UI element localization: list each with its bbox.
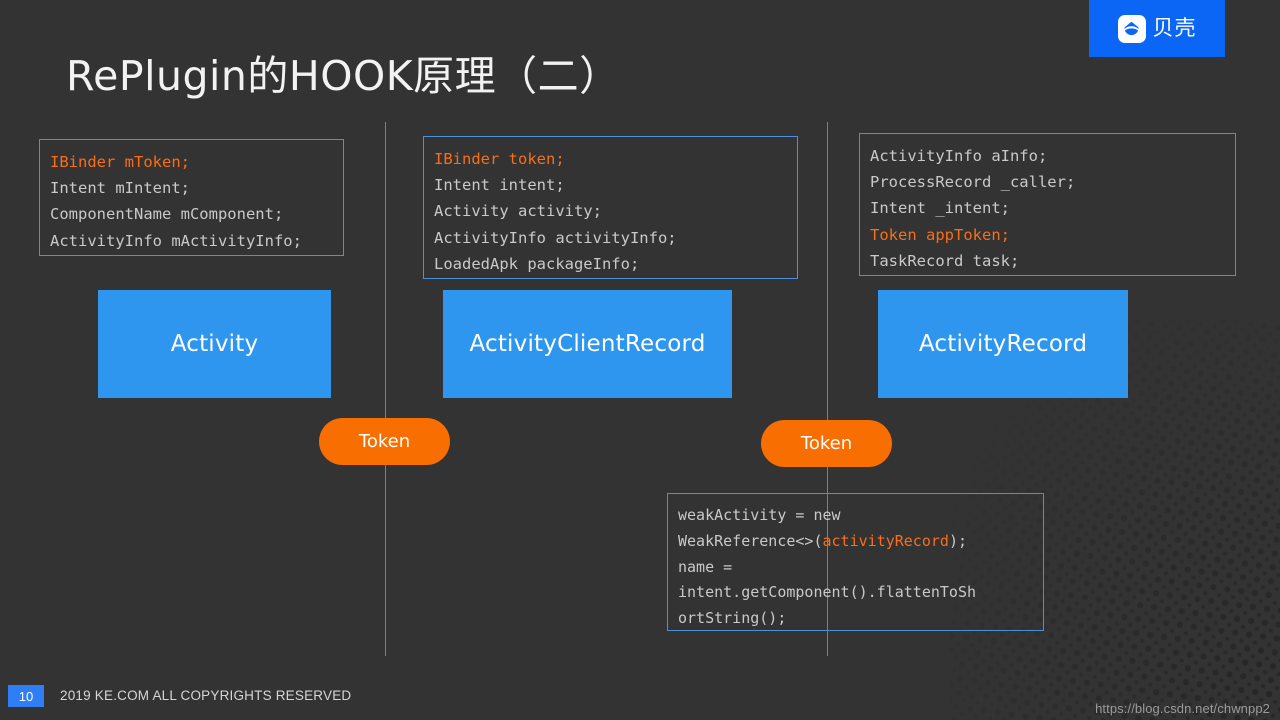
page-number-badge: 10 (8, 685, 44, 707)
token-pill-left: Token (319, 418, 450, 465)
code-highlight-token-apptoken: Token appToken; (870, 225, 1010, 244)
class-box-activity-label: Activity (170, 331, 259, 357)
code-body-activityrecord-after: TaskRecord task; (870, 251, 1020, 270)
slide-canvas: 贝壳 RePlugin的HOOK原理（二） IBinder mToken; In… (0, 0, 1280, 720)
shell-house-icon (1117, 14, 1146, 43)
code-highlight-activityrecord: activityRecord (822, 531, 949, 550)
code-body-weakactivity-part1: weakActivity = new WeakReference<>( (678, 506, 841, 550)
class-box-activityclientrecord-label: ActivityClientRecord (469, 331, 706, 357)
class-box-activityrecord-label: ActivityRecord (918, 331, 1088, 357)
code-highlight-ibinder-token: IBinder token; (434, 150, 565, 168)
code-body-clientrecord: Intent intent; Activity activity; Activi… (434, 176, 677, 273)
code-block-activityrecord-fields: ActivityInfo aInfo; ProcessRecord _calle… (859, 133, 1236, 276)
code-highlight-ibinder-mtoken: IBinder mToken; (50, 153, 190, 171)
code-block-weakactivity: weakActivity = new WeakReference<>(activ… (667, 493, 1044, 631)
class-box-activity: Activity (98, 290, 331, 398)
code-body-activityrecord-before: ActivityInfo aInfo; ProcessRecord _calle… (870, 147, 1076, 218)
class-box-activityclientrecord: ActivityClientRecord (443, 290, 732, 398)
token-pill-right: Token (761, 420, 892, 467)
divider-line-left (385, 122, 386, 656)
token-pill-right-label: Token (800, 433, 853, 454)
code-body-activity: Intent mIntent; ComponentName mComponent… (50, 179, 302, 250)
brand-logo: 贝壳 (1089, 0, 1225, 57)
code-block-activity-fields: IBinder mToken; Intent mIntent; Componen… (39, 139, 344, 256)
token-pill-left-label: Token (358, 431, 411, 452)
watermark-url: https://blog.csdn.net/chwnpp2 (1095, 701, 1270, 716)
footer-copyright: 2019 KE.COM ALL COPYRIGHTS RESERVED (60, 688, 352, 703)
page-title: RePlugin的HOOK原理（二） (66, 52, 621, 100)
code-block-clientrecord-fields: IBinder token; Intent intent; Activity a… (423, 136, 798, 279)
class-box-activityrecord: ActivityRecord (878, 290, 1128, 398)
brand-logo-text: 贝壳 (1152, 16, 1197, 40)
